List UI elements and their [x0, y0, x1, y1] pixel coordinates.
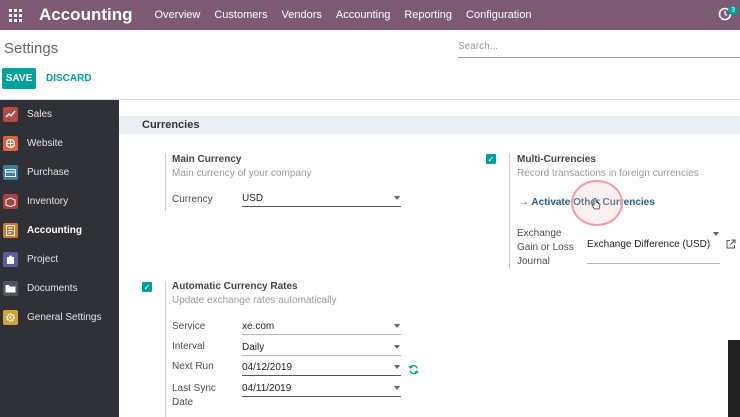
sidebar-item-project[interactable]: Project	[0, 245, 119, 274]
discard-button[interactable]: DISCARD	[46, 73, 92, 84]
overlay-edge	[728, 340, 740, 417]
sidebar-item-inventory[interactable]: Inventory	[0, 187, 119, 216]
arrow-right-icon: →	[519, 197, 532, 208]
sidebar-item-label: Accounting	[27, 225, 82, 236]
sidebar-item-accounting[interactable]: Accounting	[0, 216, 119, 245]
next-run-input[interactable]: 04/12/2019	[242, 362, 401, 376]
service-value: xe.com	[242, 321, 275, 332]
sidebar-item-label: Inventory	[27, 196, 69, 207]
next-run-label: Next Run	[172, 361, 214, 372]
next-run-value: 04/12/2019	[242, 362, 293, 373]
sidebar-item-purchase[interactable]: Purchase	[0, 158, 119, 187]
sidebar-item-label: Documents	[27, 283, 78, 294]
interval-label: Interval	[172, 341, 205, 352]
exchange-journal-select[interactable]: Exchange Difference (USD)	[587, 232, 720, 264]
apps-menu-button[interactable]	[0, 0, 30, 30]
menu-accounting[interactable]: Accounting	[336, 9, 390, 21]
puzzle-icon	[3, 252, 18, 267]
menu-customers[interactable]: Customers	[214, 9, 267, 21]
app-brand[interactable]: Accounting	[39, 5, 133, 25]
multi-currency-checkbox[interactable]: ✓	[486, 154, 496, 164]
accounting-icon	[3, 223, 18, 238]
apps-grid-icon	[8, 8, 22, 22]
multi-currency-desc: Record transactions in foreign currencie…	[517, 168, 699, 179]
exchange-journal-value: Exchange Difference (USD)	[587, 239, 711, 250]
sidebar-item-label: Sales	[27, 109, 53, 120]
card-icon	[3, 165, 18, 180]
sidebar-item-label: Website	[27, 138, 63, 149]
sidebar-item-sales[interactable]: Sales	[0, 100, 119, 129]
gear-icon	[3, 310, 18, 325]
activity-badge: 3	[728, 6, 738, 15]
menu-configuration[interactable]: Configuration	[466, 9, 531, 21]
exchange-label: Exchange	[517, 228, 562, 239]
setting-divider	[165, 153, 166, 211]
chevron-down-icon	[394, 365, 400, 369]
sidebar-item-label: Project	[27, 254, 59, 265]
menu-vendors[interactable]: Vendors	[282, 9, 322, 21]
auto-rates-checkbox[interactable]: ✓	[142, 282, 152, 292]
chart-icon	[3, 107, 18, 122]
chevron-down-icon	[713, 232, 719, 236]
sidebar-item-label: Purchase	[27, 167, 70, 178]
last-sync-label: Last Sync	[172, 383, 216, 394]
last-sync-label-line2: Date	[172, 397, 194, 408]
main-menu: Overview Customers Vendors Accounting Re…	[155, 9, 546, 21]
auto-rates-desc: Update exchange rates automatically	[172, 295, 337, 306]
menu-reporting[interactable]: Reporting	[404, 9, 452, 21]
search-input[interactable]: Search...	[458, 40, 740, 58]
interval-select[interactable]: Daily	[242, 342, 401, 356]
exchange-label-line2: Gain or Loss	[517, 242, 574, 253]
settings-content: Currencies Main Currency Main currency o…	[119, 100, 740, 417]
last-sync-input[interactable]: 04/11/2019	[242, 383, 401, 397]
external-link-icon[interactable]	[726, 239, 736, 249]
sidebar-item-label: General Settings	[27, 312, 102, 323]
top-navbar: Accounting Overview Customers Vendors Ac…	[0, 0, 740, 30]
currency-label: Currency	[172, 194, 213, 205]
sidebar-item-general-settings[interactable]: General Settings	[0, 303, 119, 332]
last-sync-value: 04/11/2019	[242, 383, 292, 394]
interval-value: Daily	[242, 342, 265, 353]
hand-cursor-icon	[591, 198, 601, 210]
chevron-down-icon	[394, 386, 400, 390]
chevron-down-icon	[394, 196, 400, 200]
service-select[interactable]: xe.com	[242, 321, 401, 335]
section-title: Currencies	[119, 116, 740, 134]
sidebar-item-documents[interactable]: Documents	[0, 274, 119, 303]
settings-sidebar: Sales Website Purchase Inventory Account…	[0, 100, 119, 417]
currency-select[interactable]: USD	[242, 193, 401, 207]
main-currency-title: Main Currency	[172, 154, 242, 165]
box-icon	[3, 194, 18, 209]
menu-overview[interactable]: Overview	[155, 9, 201, 21]
service-label: Service	[172, 321, 206, 332]
sidebar-item-website[interactable]: Website	[0, 129, 119, 158]
refresh-icon[interactable]	[408, 364, 419, 375]
multi-currency-title: Multi-Currencies	[517, 154, 596, 165]
folder-icon	[3, 281, 18, 296]
exchange-label-line3: Journal	[517, 256, 550, 267]
save-button[interactable]: SAVE	[2, 68, 36, 89]
setting-divider	[509, 153, 510, 268]
auto-rates-title: Automatic Currency Rates	[172, 281, 298, 292]
globe-icon	[3, 136, 18, 151]
activity-button[interactable]: 3	[718, 6, 738, 24]
page-title: Settings	[4, 40, 59, 57]
currency-value: USD	[242, 193, 264, 204]
chevron-down-icon	[394, 324, 400, 328]
setting-divider	[165, 281, 166, 417]
main-currency-desc: Main currency of your company	[172, 168, 312, 179]
chevron-down-icon	[394, 345, 400, 349]
